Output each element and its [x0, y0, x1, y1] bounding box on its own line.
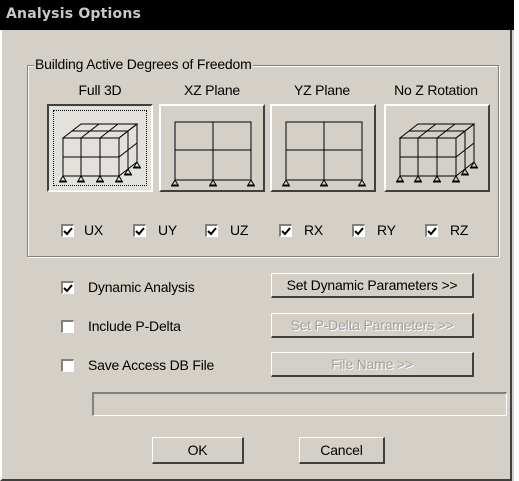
rx-checkbox[interactable]: [279, 224, 292, 237]
xz-plane-button[interactable]: [159, 104, 265, 192]
checkmark-icon: [281, 227, 291, 236]
checkmark-icon: [354, 227, 364, 236]
file-name-button[interactable]: File Name >>: [271, 352, 474, 377]
uz-checkbox[interactable]: [205, 224, 218, 237]
cancel-button[interactable]: Cancel: [299, 437, 385, 464]
title-bar[interactable]: Analysis Options: [0, 0, 514, 30]
yz-plane-button[interactable]: [270, 104, 376, 192]
no-z-rotation-button[interactable]: [384, 104, 490, 192]
uz-label: UZ: [230, 222, 249, 238]
rz-label: RZ: [450, 222, 469, 238]
checkmark-icon: [427, 227, 437, 236]
ry-checkbox[interactable]: [352, 224, 365, 237]
include-p-delta-label: Include P-Delta: [88, 318, 181, 334]
include-p-delta-checkbox[interactable]: [61, 320, 74, 333]
full-3d-label: Full 3D: [78, 82, 122, 98]
no-z-rotation-label: No Z Rotation: [394, 82, 478, 98]
uy-label: UY: [158, 222, 178, 238]
checkmark-icon: [207, 227, 217, 236]
dynamic-analysis-label: Dynamic Analysis: [88, 279, 195, 295]
analysis-options-dialog: Analysis Options Building Active Degrees…: [0, 0, 514, 481]
file-path-field: [92, 392, 507, 416]
yz-plane-label: YZ Plane: [294, 82, 350, 98]
xz-plane-label: XZ Plane: [184, 82, 240, 98]
dof-group-label: Building Active Degrees of Freedom: [34, 56, 253, 72]
set-p-delta-parameters-button[interactable]: Set P-Delta Parameters >>: [271, 313, 474, 338]
yz-plane-frame-icon: [282, 121, 366, 187]
dynamic-analysis-checkbox[interactable]: [61, 281, 74, 294]
no-z-rotation-frame-icon: [396, 123, 478, 183]
save-access-db-checkbox[interactable]: [61, 359, 74, 372]
3d-frame-icon: [59, 123, 141, 183]
uy-checkbox[interactable]: [133, 224, 146, 237]
ux-checkbox[interactable]: [61, 224, 74, 237]
checkmark-icon: [135, 227, 145, 236]
window-title: Analysis Options: [6, 6, 142, 22]
ok-button[interactable]: OK: [152, 437, 244, 464]
save-access-db-label: Save Access DB File: [88, 357, 215, 373]
full-3d-button[interactable]: [47, 104, 153, 192]
set-dynamic-parameters-button[interactable]: Set Dynamic Parameters >>: [271, 273, 474, 298]
ux-label: UX: [84, 222, 104, 238]
rx-label: RX: [304, 222, 324, 238]
ry-label: RY: [377, 222, 396, 238]
rz-checkbox[interactable]: [425, 224, 438, 237]
checkmark-icon: [63, 284, 73, 293]
xz-plane-frame-icon: [171, 121, 255, 187]
checkmark-icon: [63, 227, 73, 236]
